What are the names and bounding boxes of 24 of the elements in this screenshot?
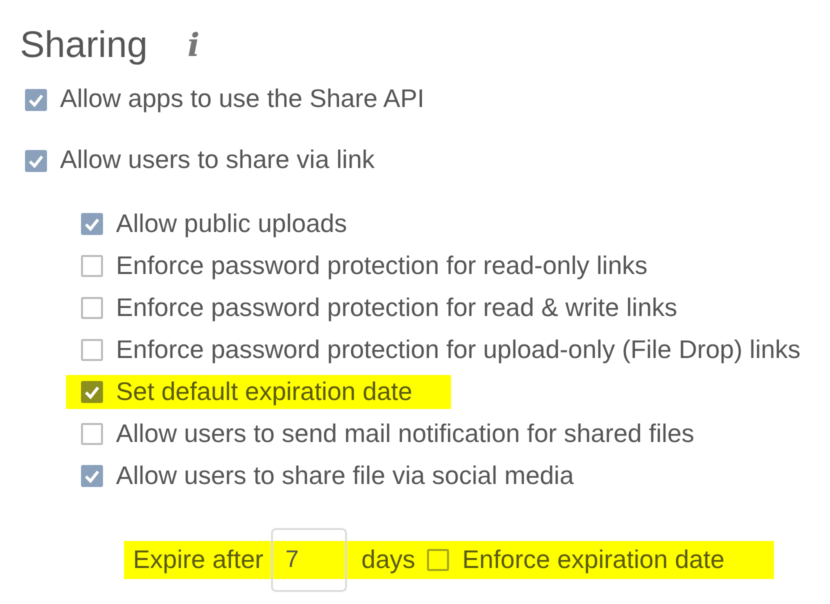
checkbox[interactable] (81, 213, 103, 235)
checkbox[interactable] (81, 423, 103, 445)
checkbox[interactable] (25, 88, 47, 110)
checkbox[interactable] (25, 150, 47, 172)
option-label: Enforce password protection for read-only links (116, 252, 648, 280)
option-label: Allow users to share via link (60, 146, 375, 175)
section-title: Sharing (20, 24, 148, 66)
info-icon[interactable]: i (188, 26, 200, 64)
expire-label: Expire after (133, 546, 264, 574)
checkbox[interactable] (81, 255, 103, 277)
option-label: Allow users to share file via social media (116, 462, 574, 490)
option-label: Allow apps to use the Share API (60, 85, 424, 114)
checkbox[interactable] (81, 339, 103, 361)
days-input[interactable]: 7 (271, 528, 348, 592)
option-label: Allow public uploads (116, 210, 348, 238)
option-label: Enforce password protection for upload-only (File Drop) links (116, 336, 801, 364)
checkbox[interactable] (81, 465, 103, 487)
option-label: Enforce password protection for read & write links (116, 294, 678, 322)
checkbox[interactable] (81, 297, 103, 319)
option-label: Allow users to send mail notification for shared files (116, 420, 694, 448)
days-label: days (361, 546, 416, 574)
checkbox[interactable] (81, 381, 103, 403)
option-label: Enforce expiration date (462, 546, 725, 574)
option-label: Set default expiration date (116, 378, 412, 406)
